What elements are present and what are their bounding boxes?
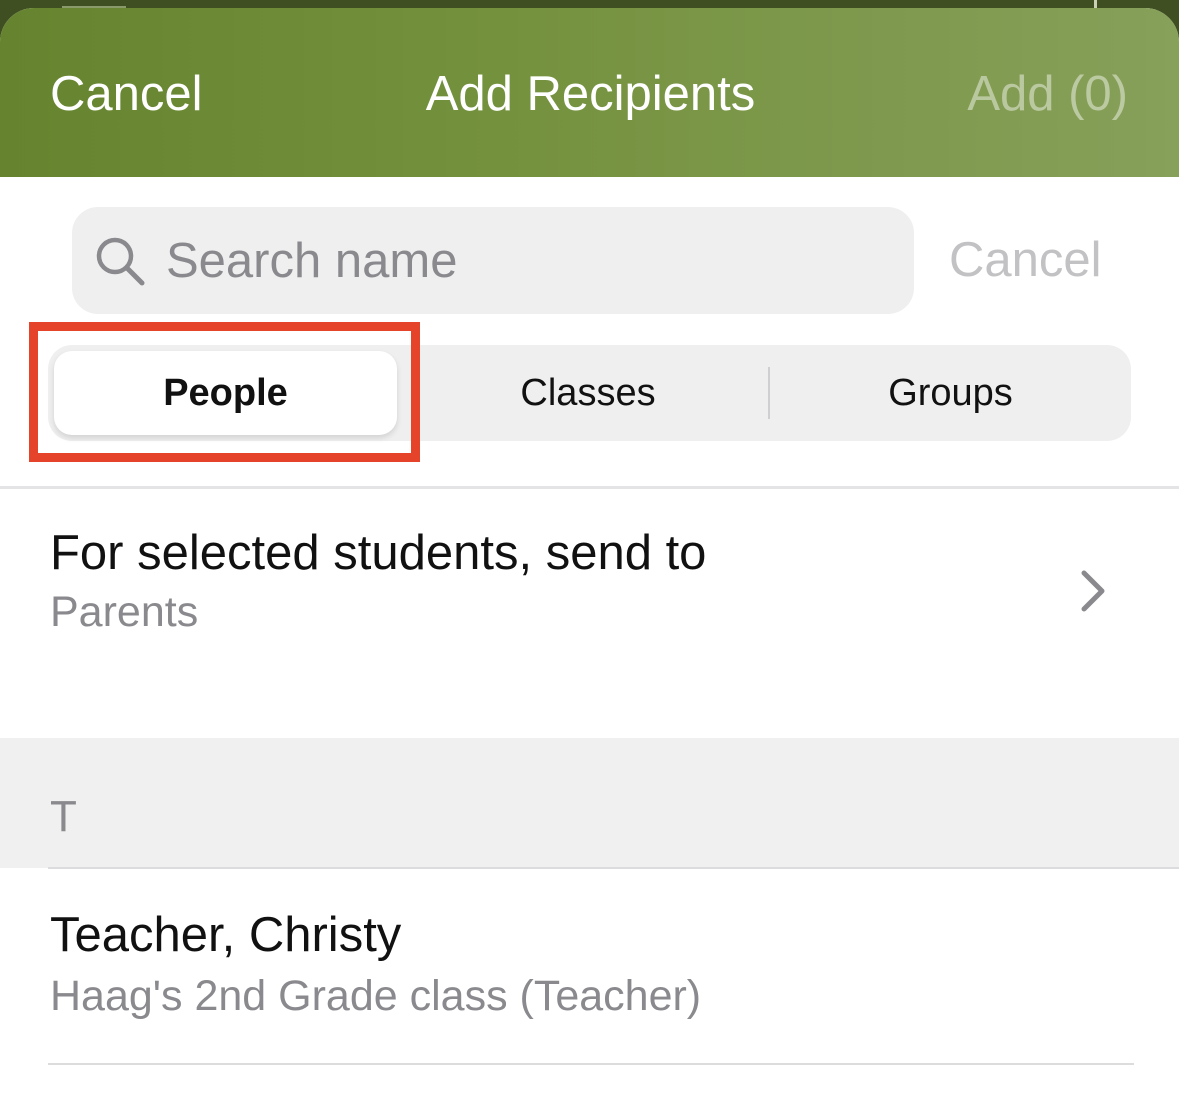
search-icon bbox=[96, 237, 145, 286]
send-to-row[interactable]: For selected students, send to Parents bbox=[0, 489, 1179, 738]
person-name: Teacher, Christy bbox=[50, 908, 402, 962]
section-letter: T bbox=[50, 792, 77, 841]
segment-classes[interactable]: Classes bbox=[408, 345, 768, 441]
divider bbox=[48, 1063, 1134, 1065]
segment-groups[interactable]: Groups bbox=[770, 345, 1131, 441]
send-to-title: For selected students, send to bbox=[50, 526, 707, 580]
highlight-annotation-box bbox=[29, 322, 420, 462]
search-cancel-button[interactable]: Cancel bbox=[949, 230, 1102, 290]
person-detail: Haag's 2nd Grade class (Teacher) bbox=[50, 972, 702, 1020]
section-header: T bbox=[0, 738, 1179, 868]
search-input[interactable] bbox=[166, 225, 886, 297]
list-item[interactable]: Teacher, Christy Haag's 2nd Grade class … bbox=[0, 869, 1179, 1064]
search-bar[interactable] bbox=[72, 207, 914, 314]
page-title-text: Add Recipients bbox=[425, 67, 756, 121]
sheet-header: Cancel Add Recipients Add (0) bbox=[0, 8, 1179, 177]
add-button[interactable]: Add (0) bbox=[967, 64, 1128, 124]
chevron-right-icon bbox=[1081, 570, 1105, 612]
send-to-value: Parents bbox=[50, 588, 199, 636]
add-recipients-sheet: Cancel Add Recipients Add (0) Cancel Peo… bbox=[0, 8, 1179, 1110]
